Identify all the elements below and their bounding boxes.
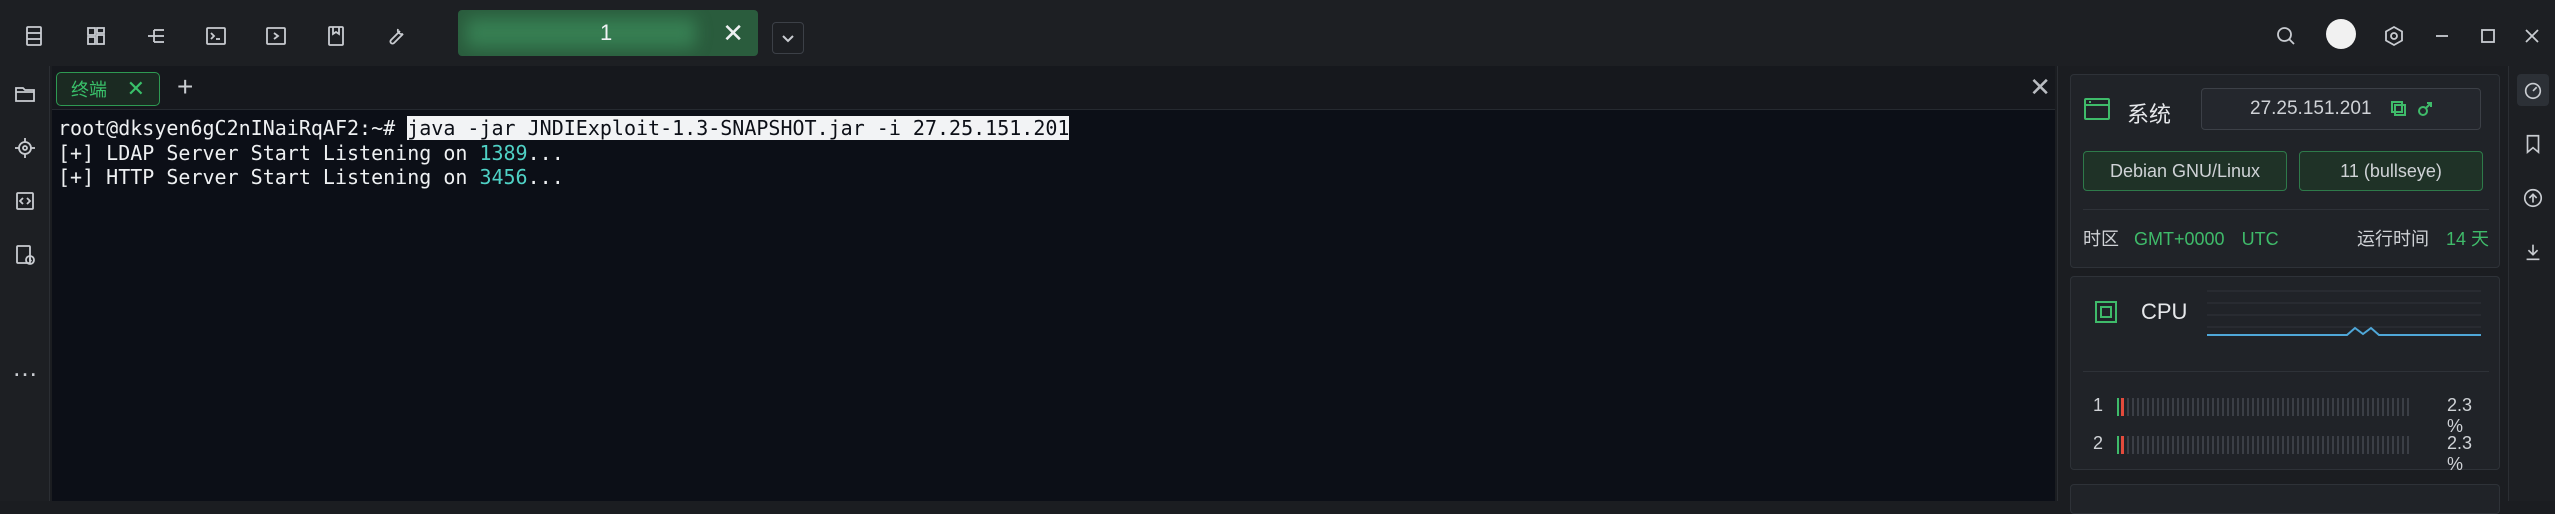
- tab-close-icon[interactable]: ✕: [127, 76, 145, 102]
- code-icon[interactable]: [9, 185, 41, 217]
- core-percent: 2.3 %: [2447, 433, 2473, 474]
- tab-terminal-label: 终端: [71, 80, 107, 100]
- os-name-badge: Debian GNU/Linux: [2083, 151, 2287, 191]
- top-toolbar: 1 ✕: [0, 0, 2555, 66]
- memory-card: [2070, 484, 2500, 514]
- session-tab[interactable]: 1 ✕: [458, 10, 758, 56]
- core-usage-bar: [2117, 398, 2412, 416]
- add-tab-button[interactable]: +: [177, 71, 193, 103]
- upload-icon[interactable]: [2517, 182, 2549, 214]
- session-tab-label: 1: [600, 20, 613, 45]
- line1-prefix: [+] LDAP Server Start Listening on: [58, 140, 480, 165]
- more-icon[interactable]: …: [12, 352, 39, 383]
- chevron-down-icon: [782, 35, 794, 43]
- ip-address: 27.25.151.201: [2250, 98, 2372, 119]
- ldap-port: 1389: [479, 140, 528, 165]
- terminal-command: java -jar JNDIExploit-1.3-SNAPSHOT.jar -…: [407, 116, 1070, 140]
- cpu-title: CPU: [2141, 299, 2188, 324]
- folder-icon[interactable]: [9, 78, 41, 110]
- core-usage-bar: [2117, 436, 2412, 454]
- layout-icon[interactable]: [80, 20, 112, 52]
- bookmark-icon[interactable]: [2517, 128, 2549, 160]
- terminal-output[interactable]: root@dksyen6gC2nINaiRqAF2:~# java -jar J…: [58, 116, 1070, 190]
- timezone-row: 时区 GMT+0000 UTC: [2083, 225, 2279, 251]
- cpu-usage-graph: [2207, 290, 2481, 336]
- left-sidebar: …: [0, 66, 50, 501]
- locate-icon[interactable]: [9, 132, 41, 164]
- monitor-icon: [2083, 97, 2111, 121]
- link-icon: [2418, 102, 2432, 116]
- download-icon[interactable]: [2517, 236, 2549, 268]
- line2-prefix: [+] HTTP Server Start Listening on: [58, 165, 480, 189]
- uptime-row: 运行时间 14 天: [2357, 225, 2489, 251]
- avatar[interactable]: [2326, 19, 2356, 49]
- history-icon[interactable]: [9, 239, 41, 271]
- timezone-name: UTC: [2241, 229, 2279, 249]
- system-title: 系统: [2127, 102, 2172, 127]
- cpu-core-row: 1 2.3 %: [2093, 395, 2493, 436]
- line1-suffix: ...: [527, 140, 564, 165]
- cpu-card: CPU 1 2.3 % 2 2.3 %: [2070, 276, 2500, 474]
- terminal-tab-bar: 终端 ✕ + ✕: [52, 66, 2055, 110]
- close-icon[interactable]: [2516, 20, 2548, 52]
- tab-dropdown-button[interactable]: [772, 22, 804, 54]
- terminal-panel: 终端 ✕ + ✕ root@dksyen6gC2nINaiRqAF2:~# ja…: [52, 66, 2055, 501]
- timezone-label: 时区: [2083, 229, 2119, 249]
- search-icon[interactable]: [2270, 20, 2302, 52]
- core-percent: 2.3 %: [2447, 395, 2473, 436]
- ip-address-box[interactable]: 27.25.151.201: [2201, 88, 2481, 130]
- uptime-value: 14 天: [2446, 229, 2490, 249]
- core-number: 2: [2093, 433, 2104, 453]
- core-number: 1: [2093, 395, 2104, 415]
- cpu-core-row: 2 2.3 %: [2093, 433, 2493, 474]
- info-panel: 系统 27.25.151.201 Debian GNU/Linux 11 (bu…: [2057, 66, 2507, 514]
- line2-suffix: ...: [527, 165, 564, 189]
- core-usage-marker: [2120, 436, 2124, 454]
- right-sidebar: [2508, 66, 2555, 501]
- gauge-icon[interactable]: [2517, 74, 2549, 106]
- file-manager-icon[interactable]: [18, 20, 50, 52]
- minimize-icon[interactable]: [2426, 20, 2458, 52]
- bookmark-doc-icon[interactable]: [320, 20, 352, 52]
- core-usage-marker: [2120, 398, 2124, 416]
- session-tab-close-icon[interactable]: ✕: [722, 18, 744, 49]
- http-port: 3456: [479, 165, 528, 189]
- chip-icon: [2093, 299, 2119, 325]
- os-version-badge: 11 (bullseye): [2299, 151, 2483, 191]
- close-panel-icon[interactable]: ✕: [2029, 72, 2051, 103]
- uptime-label: 运行时间: [2357, 229, 2429, 249]
- maximize-icon[interactable]: [2472, 20, 2504, 52]
- divider: [2083, 371, 2489, 372]
- run-icon[interactable]: [260, 20, 292, 52]
- blurred-host-label: [466, 18, 696, 48]
- wrench-icon[interactable]: [380, 20, 412, 52]
- tab-terminal[interactable]: 终端 ✕: [56, 72, 160, 106]
- terminal-icon[interactable]: [200, 20, 232, 52]
- system-card: 系统 27.25.151.201 Debian GNU/Linux 11 (bu…: [2070, 74, 2500, 268]
- terminal-prompt: root@dksyen6gC2nINaiRqAF2:~#: [58, 116, 408, 140]
- settings-icon[interactable]: [2378, 20, 2410, 52]
- divider: [2083, 209, 2489, 210]
- timezone-value: GMT+0000: [2134, 229, 2225, 249]
- copy-icon: [2391, 101, 2406, 116]
- tree-icon[interactable]: [140, 20, 172, 52]
